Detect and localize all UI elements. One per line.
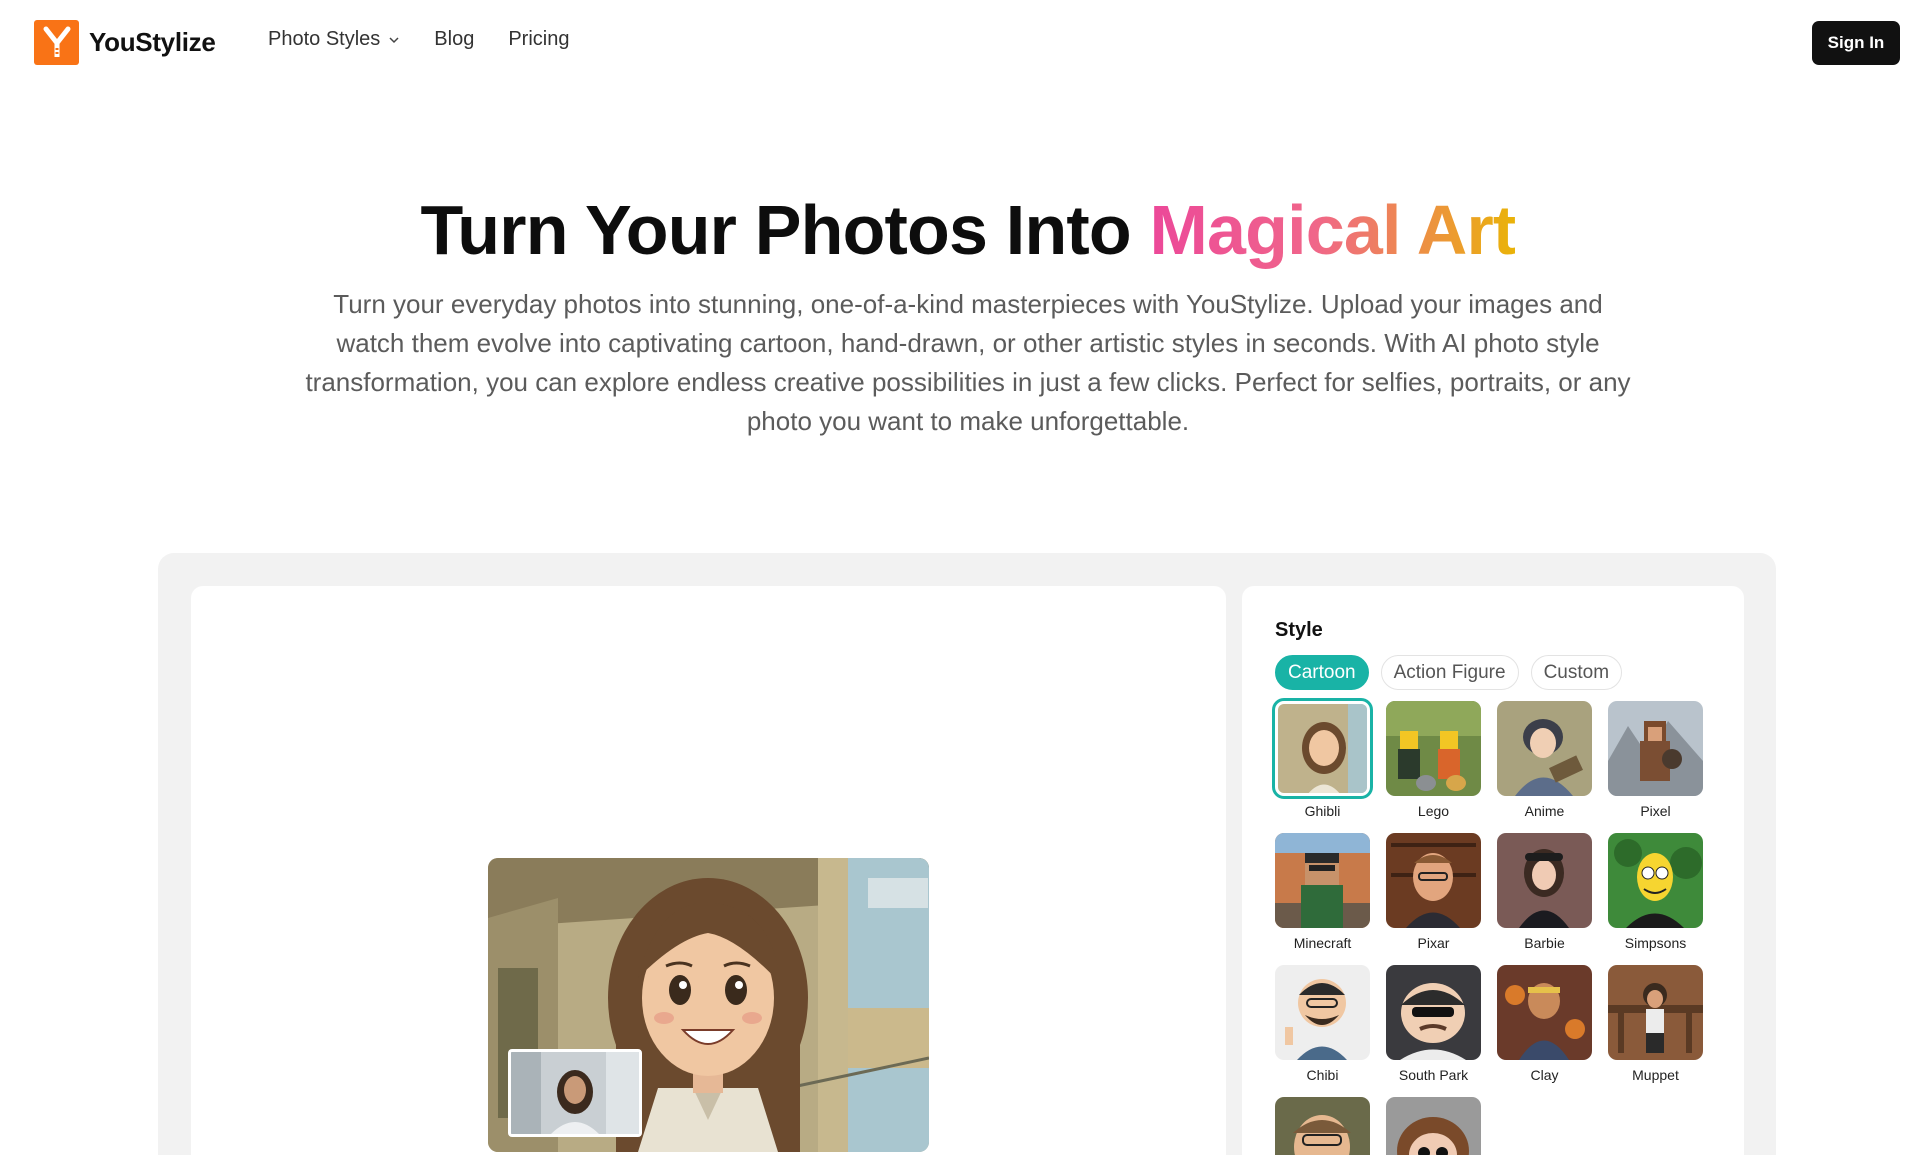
style-thumbnail xyxy=(1272,698,1373,799)
main-nav: Photo Styles Blog Pricing xyxy=(268,28,569,51)
nav-photo-styles-label: Photo Styles xyxy=(268,28,381,50)
style-name: Clay xyxy=(1530,1067,1559,1083)
brand-name: YouStylize xyxy=(89,27,216,57)
nav-pricing-label: Pricing xyxy=(508,28,570,50)
hero-subtitle: Turn your everyday photos into stunning,… xyxy=(305,289,1631,436)
style-tile-simpsons[interactable]: Simpsons xyxy=(1608,833,1703,951)
style-thumbnail xyxy=(1386,701,1481,796)
nav-pricing[interactable]: Pricing xyxy=(508,28,569,51)
style-tile-minecraft[interactable]: Minecraft xyxy=(1275,833,1370,951)
style-name: Lego xyxy=(1417,803,1450,819)
style-tile-lego[interactable]: Lego xyxy=(1386,701,1481,819)
style-tile-funko[interactable] xyxy=(1386,1097,1481,1155)
style-tile-chibi[interactable]: Chibi xyxy=(1275,965,1370,1083)
style-thumbnail xyxy=(1275,965,1370,1060)
style-name: Pixar xyxy=(1417,935,1450,951)
brand-logo[interactable]: YouStylize xyxy=(34,20,216,65)
style-thumbnail xyxy=(1386,1097,1481,1155)
nav-photo-styles[interactable]: Photo Styles xyxy=(268,28,400,51)
tab-custom[interactable]: Custom xyxy=(1530,655,1623,690)
nav-blog[interactable]: Blog xyxy=(434,28,474,51)
logo-icon xyxy=(34,20,79,65)
style-heading: Style xyxy=(1275,619,1323,641)
tab-cartoon[interactable]: Cartoon xyxy=(1275,655,1369,690)
style-name: South Park xyxy=(1398,1067,1469,1083)
original-photo-thumbnail[interactable] xyxy=(508,1049,642,1137)
style-name: Ghibli xyxy=(1304,803,1341,819)
tab-action-figure[interactable]: Action Figure xyxy=(1380,655,1519,690)
style-name: Minecraft xyxy=(1293,935,1352,951)
hero-title-highlight: Magical Art xyxy=(1149,191,1517,269)
style-name: Barbie xyxy=(1524,935,1565,951)
style-thumbnail xyxy=(1275,1097,1370,1155)
style-name: Muppet xyxy=(1632,1067,1679,1083)
style-thumbnail xyxy=(1608,701,1703,796)
style-tile-muppet[interactable]: Muppet xyxy=(1608,965,1703,1083)
style-thumbnail xyxy=(1386,965,1481,1060)
style-tile-south-park[interactable]: South Park xyxy=(1386,965,1481,1083)
sign-in-button[interactable]: Sign In xyxy=(1812,21,1900,65)
style-tile-anime[interactable]: Anime xyxy=(1497,701,1592,819)
style-tile-pixel[interactable]: Pixel xyxy=(1608,701,1703,819)
style-thumbnail xyxy=(1386,833,1481,928)
style-thumbnail xyxy=(1608,833,1703,928)
style-thumbnail xyxy=(1275,833,1370,928)
hero-title-plain: Turn Your Photos Into xyxy=(420,191,1150,269)
style-tile-clay[interactable]: Clay xyxy=(1497,965,1592,1083)
chevron-down-icon xyxy=(389,36,399,43)
style-thumbnail xyxy=(1608,965,1703,1060)
style-name: Anime xyxy=(1524,803,1565,819)
site-header: YouStylize Photo Styles Blog Pricing Sig… xyxy=(0,0,1920,86)
style-thumbnail xyxy=(1497,833,1592,928)
hero-title: Turn Your Photos Into Magical Art xyxy=(0,190,1920,270)
style-category-tabs: Cartoon Action Figure Custom xyxy=(1275,655,1623,690)
style-tile-barbie[interactable]: Barbie xyxy=(1497,833,1592,951)
nav-blog-label: Blog xyxy=(434,28,475,50)
style-name: Chibi xyxy=(1306,1067,1339,1083)
style-tile-pixar[interactable]: Pixar xyxy=(1386,833,1481,951)
style-thumbnail xyxy=(1497,701,1592,796)
style-thumbnail xyxy=(1497,965,1592,1060)
style-name: Pixel xyxy=(1640,803,1671,819)
style-tile-caricature[interactable] xyxy=(1275,1097,1370,1155)
style-name: Simpsons xyxy=(1624,935,1687,951)
style-tile-ghibli[interactable]: Ghibli xyxy=(1272,698,1373,819)
